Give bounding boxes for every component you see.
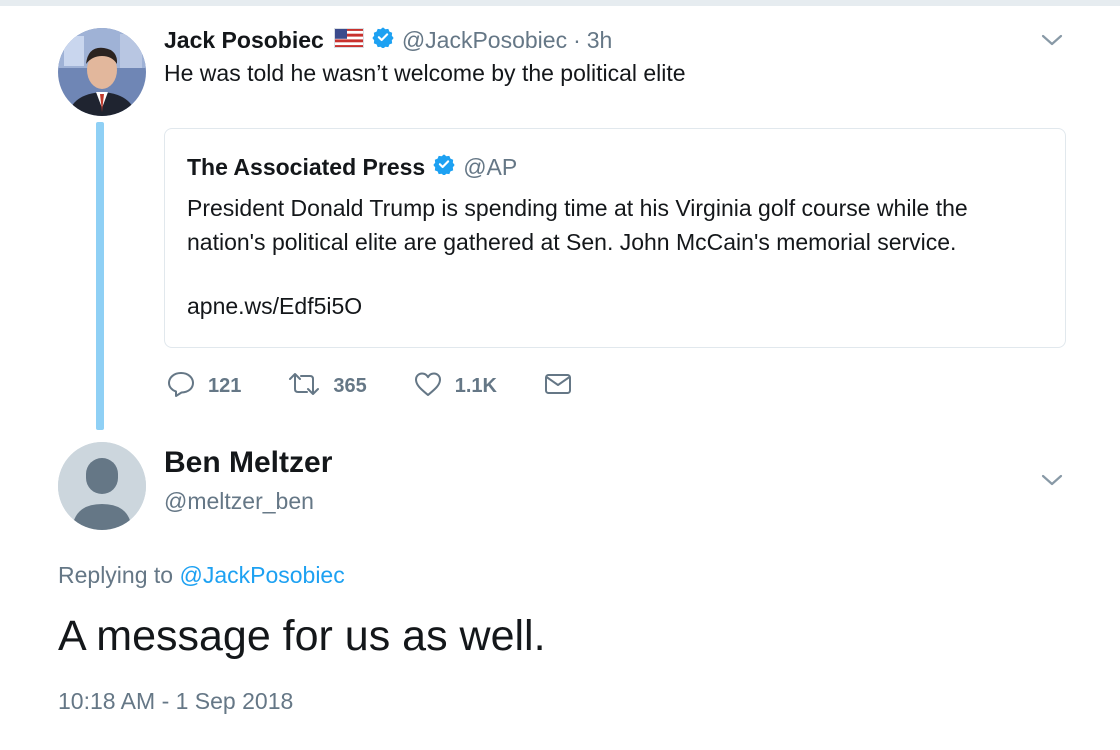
like-count: 1.1K (454, 374, 497, 397)
like-button[interactable]: 1.1K (413, 370, 497, 403)
verified-badge-icon (433, 153, 455, 181)
thread-line (96, 122, 104, 430)
quoted-tweet[interactable]: The Associated Press @AP President Donal… (164, 128, 1066, 348)
reply-text: A message for us as well. (58, 612, 546, 660)
message-button[interactable] (543, 371, 573, 402)
reply-author-name[interactable]: Ben Meltzer (164, 446, 332, 480)
message-icon (543, 371, 573, 402)
avatar[interactable] (58, 28, 146, 116)
quoted-author-handle: @AP (463, 153, 518, 180)
verified-badge-icon (372, 26, 394, 54)
quoted-header: The Associated Press @AP (187, 153, 517, 181)
tweet-time[interactable]: 3h (587, 27, 613, 54)
author-name[interactable]: Jack Posobiec (164, 27, 324, 54)
tweet-header: Jack Posobiec @JackPosobiec · 3h (164, 24, 612, 56)
quoted-text: President Donald Trump is spending time … (187, 195, 968, 255)
replying-label: Replying to (58, 562, 174, 588)
reply-timestamp[interactable]: 10:18 AM - 1 Sep 2018 (58, 688, 293, 715)
bottom-edge (0, 742, 1120, 750)
quoted-link[interactable]: apne.ws/Edf5i5O (187, 293, 362, 320)
reply-count: 121 (208, 374, 242, 397)
separator-dot: · (573, 26, 581, 53)
chevron-down-icon[interactable] (1040, 32, 1064, 53)
replying-to: Replying to @JackPosobiec (58, 562, 345, 589)
retweet-icon (287, 371, 321, 402)
author-handle[interactable]: @JackPosobiec (402, 27, 567, 54)
like-icon (413, 370, 443, 403)
us-flag-icon (333, 27, 364, 54)
reply-author-handle[interactable]: @meltzer_ben (164, 488, 314, 515)
top-divider (0, 0, 1120, 6)
default-avatar[interactable] (58, 442, 146, 530)
reply-button[interactable]: 121 (166, 370, 241, 403)
quoted-author-name: The Associated Press (187, 153, 426, 180)
retweet-button[interactable]: 365 (287, 371, 367, 402)
replying-mention-link[interactable]: @JackPosobiec (179, 562, 344, 588)
tweet-actions: 121 365 1.1K (166, 368, 619, 404)
chevron-down-icon[interactable] (1040, 472, 1064, 493)
retweet-count: 365 (333, 374, 367, 397)
tweet-text: He was told he wasn’t welcome by the pol… (164, 60, 686, 86)
reply-icon (166, 370, 196, 403)
